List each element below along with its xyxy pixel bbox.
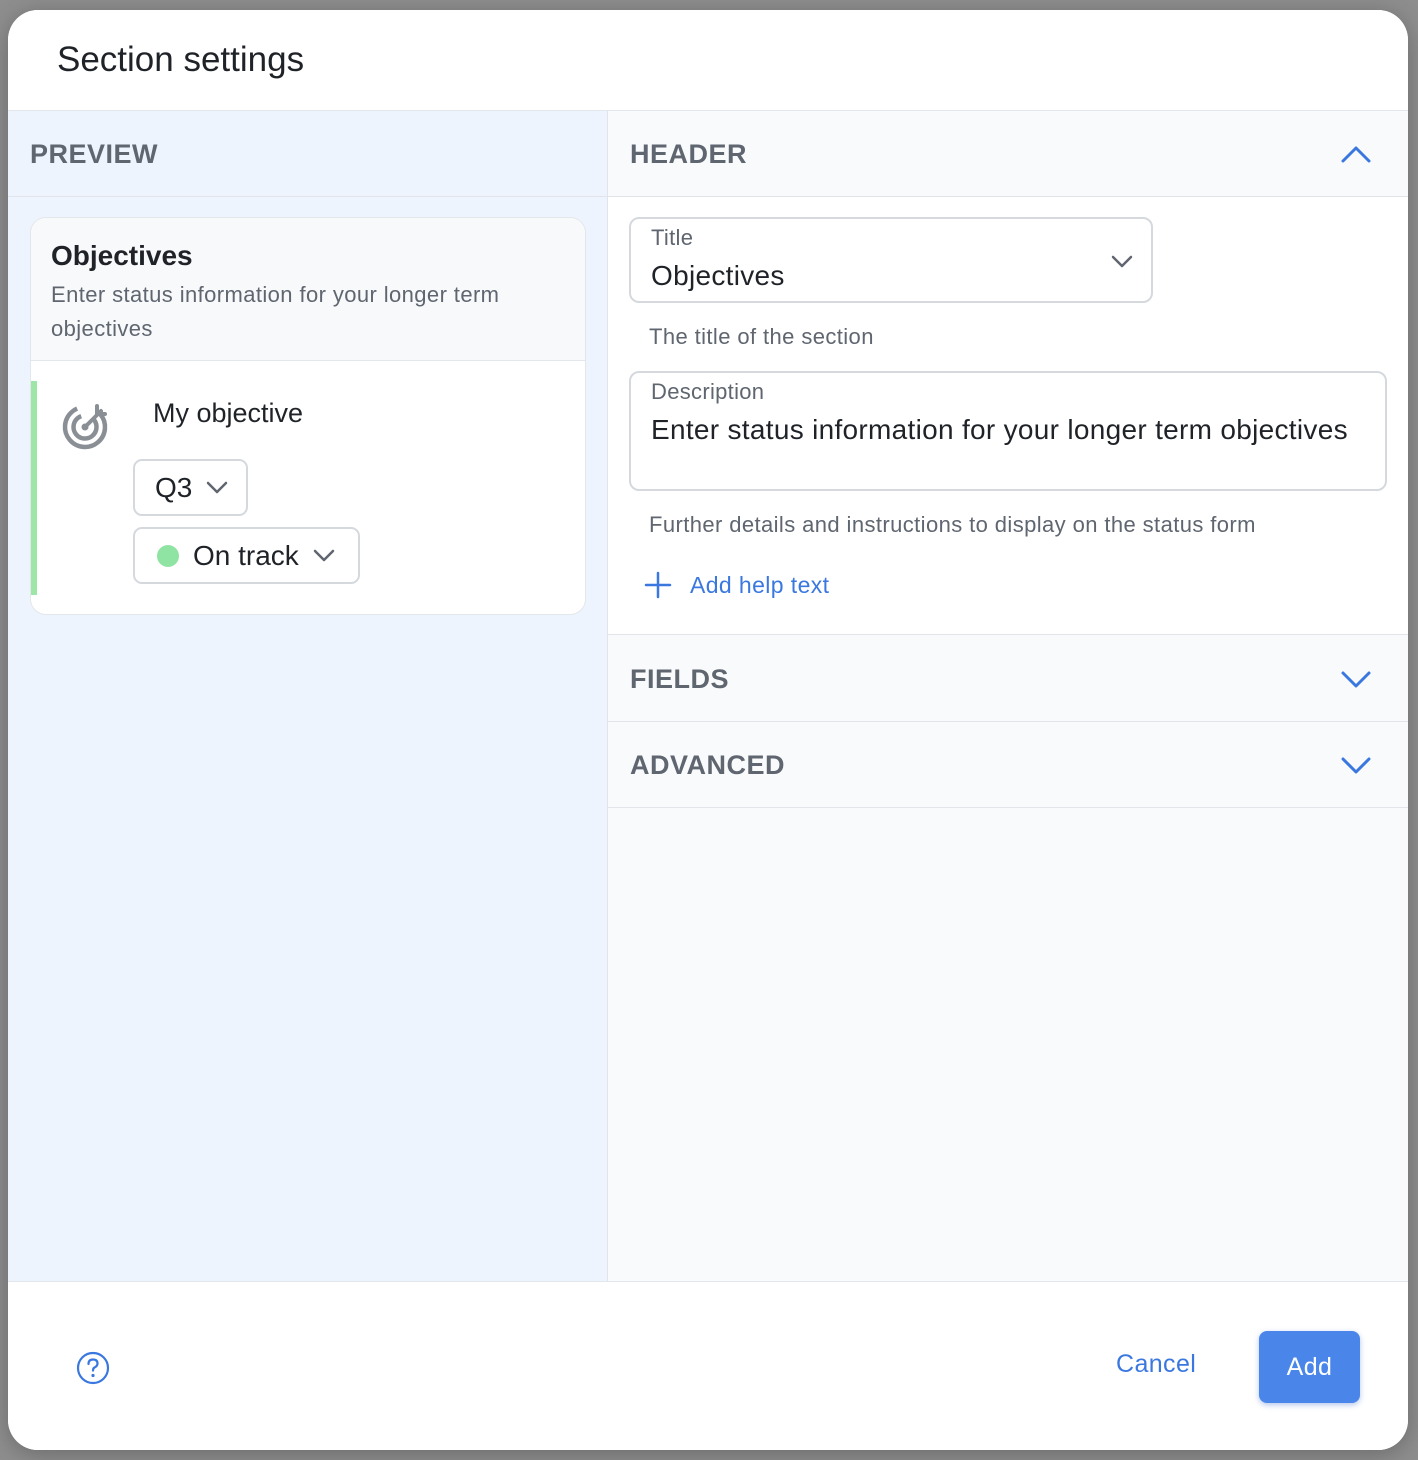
advanced-section-toggle[interactable]: ADVANCED: [608, 722, 1408, 808]
chevron-down-icon: [313, 549, 335, 561]
title-field-hint: The title of the section: [649, 324, 874, 349]
chevron-up-icon[interactable]: [1340, 143, 1372, 165]
header-section-body: Title Objectives The title of the sectio…: [608, 197, 1408, 635]
preview-heading-label: PREVIEW: [30, 139, 159, 169]
objective-name: My objective: [153, 398, 304, 428]
preview-card: Objectives Enter status information for …: [30, 217, 586, 615]
fields-section-toggle[interactable]: FIELDS: [608, 636, 1408, 722]
target-icon: [62, 404, 108, 450]
settings-pane: HEADER Title Objectives The title of the…: [608, 111, 1408, 1281]
status-dropdown[interactable]: On track: [133, 527, 360, 584]
status-accent-bar: [31, 381, 37, 595]
description-field-hint: Further details and instructions to disp…: [649, 512, 1256, 537]
status-value: On track: [193, 539, 299, 571]
add-button[interactable]: Add: [1259, 1331, 1360, 1403]
chevron-down-icon[interactable]: [1340, 668, 1372, 690]
period-value: Q3: [155, 471, 193, 503]
cancel-button[interactable]: Cancel: [1116, 1350, 1196, 1379]
fields-section-label: FIELDS: [630, 664, 730, 694]
preview-heading: PREVIEW: [8, 111, 607, 197]
dialog-header: Section settings: [8, 10, 1408, 111]
header-section-label: HEADER: [630, 139, 748, 169]
preview-card-header: Objectives Enter status information for …: [31, 218, 585, 361]
dialog-footer: Cancel Add: [8, 1281, 1408, 1450]
preview-card-title: Objectives: [51, 240, 193, 271]
section-settings-dialog: Section settings PREVIEW Objectives Ente…: [8, 10, 1408, 1450]
header-section-toggle[interactable]: HEADER: [608, 111, 1408, 197]
chevron-down-icon: [207, 481, 228, 493]
chevron-down-icon[interactable]: [1340, 754, 1372, 776]
add-help-text-button[interactable]: Add help text: [644, 571, 829, 599]
plus-icon: [644, 571, 672, 599]
title-field-label: Title: [651, 225, 694, 250]
preview-pane: PREVIEW Objectives Enter status informat…: [8, 111, 608, 1281]
advanced-section-label: ADVANCED: [630, 750, 786, 780]
add-help-text-label: Add help text: [690, 571, 830, 598]
preview-card-description: Enter status information for your longer…: [51, 282, 500, 341]
status-dot-icon: [157, 544, 179, 567]
title-field-value: Objectives: [651, 260, 785, 291]
chevron-down-icon: [1111, 255, 1133, 268]
title-select[interactable]: Title Objectives: [629, 217, 1153, 303]
description-field-label: Description: [651, 379, 765, 404]
description-textarea[interactable]: Description Enter status information for…: [629, 371, 1387, 491]
description-field-value: Enter status information for your longer…: [651, 414, 1348, 445]
period-dropdown[interactable]: Q3: [133, 459, 248, 516]
dialog-title: Section settings: [57, 40, 305, 79]
question-circle-icon[interactable]: [76, 1351, 110, 1385]
